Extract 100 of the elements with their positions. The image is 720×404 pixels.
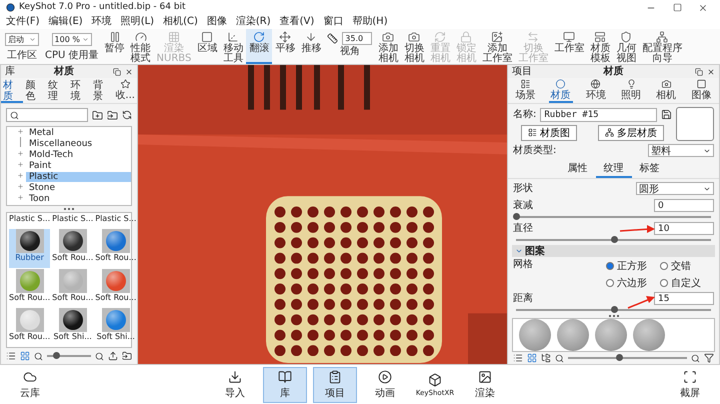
sub-tab[interactable]: 标签: [632, 160, 668, 178]
tree-item[interactable]: Paint: [26, 160, 131, 170]
radio-option[interactable]: 正方形: [606, 259, 660, 273]
toolbar-button[interactable]: 添加 工作室: [479, 29, 516, 64]
material-thumbnail[interactable]: Soft Shi...: [52, 308, 94, 346]
menu-item[interactable]: 文件(F): [6, 17, 40, 27]
tree-item[interactable]: Stone: [26, 182, 131, 192]
toolbar-button[interactable]: 切换 相机: [401, 29, 428, 64]
value-field[interactable]: 0: [654, 199, 714, 212]
library-tab[interactable]: 材质: [1, 78, 24, 103]
material-thumbnail[interactable]: Soft Rou...: [95, 229, 136, 268]
sub-tab[interactable]: 纹理: [596, 160, 632, 178]
value-field[interactable]: 15: [654, 292, 714, 305]
menu-item[interactable]: 编辑(E): [48, 17, 83, 27]
tree-item[interactable]: Metal: [26, 128, 131, 138]
value-field[interactable]: 10: [654, 222, 714, 235]
material-thumbnail[interactable]: Soft Rou...: [9, 268, 50, 307]
screenshot-icon: [683, 370, 697, 384]
library-tab[interactable]: 背景: [90, 78, 114, 103]
menu-item[interactable]: 渲染(R): [236, 17, 271, 27]
folder-icon: [107, 110, 118, 120]
material-thumbnail[interactable]: Soft Rou...: [52, 229, 94, 268]
slider-thumb[interactable]: [513, 213, 520, 220]
menu-item[interactable]: 帮助(H): [352, 17, 388, 27]
dock-button[interactable]: 库: [263, 366, 307, 402]
menu-item[interactable]: 相机(C): [163, 17, 198, 27]
radio-option[interactable]: 六边形: [606, 276, 660, 290]
radio-option[interactable]: 交错: [660, 259, 714, 273]
project-tab[interactable]: 图像: [689, 78, 714, 103]
tree-item[interactable]: Plastic: [26, 172, 131, 182]
dock-button[interactable]: 动画: [363, 366, 407, 402]
annotation-arrow: [628, 296, 655, 309]
radio-option[interactable]: 自定义: [660, 276, 714, 290]
menu-item[interactable]: 照明(L): [120, 17, 154, 27]
menu-item[interactable]: 图像: [206, 17, 227, 27]
library-tab[interactable]: 收...: [113, 78, 137, 103]
toolbar-button[interactable]: 几何 视图: [613, 29, 640, 64]
menu-item[interactable]: 查看(V): [280, 17, 314, 27]
library-tab[interactable]: 纹理: [46, 78, 68, 103]
type-dropdown[interactable]: 塑料: [648, 144, 714, 157]
panel-button[interactable]: 多层材质: [598, 124, 664, 140]
toolbar-button[interactable]: 配置程序 向导: [639, 29, 686, 64]
menu-item[interactable]: 窗口: [323, 17, 344, 27]
shape-dropdown[interactable]: 圆形: [636, 182, 714, 195]
dock-button[interactable]: 渲染: [463, 366, 507, 402]
panel-button[interactable]: 材质图: [521, 124, 577, 140]
section-header[interactable]: 图案: [512, 245, 715, 257]
cloud-library-button[interactable]: 云库: [8, 366, 52, 402]
slider-track[interactable]: [568, 357, 687, 360]
toolbar-button[interactable]: 移动 工具: [220, 29, 246, 64]
material-thumbnail[interactable]: Soft Rou...: [52, 268, 94, 307]
toolbar-button[interactable]: 添加 相机: [375, 29, 402, 64]
toolbar-button[interactable]: 工作室: [551, 29, 588, 64]
toolbar-button[interactable]: 推移: [298, 29, 324, 64]
maximize-icon[interactable]: [672, 3, 682, 12]
zoom-in-icon: [691, 354, 700, 363]
screenshot-button[interactable]: 截屏: [668, 366, 712, 402]
toolbar-button[interactable]: 平移: [272, 29, 298, 64]
material-thumbnail[interactable]: Soft Shi...: [95, 308, 136, 346]
zoom-out-icon: [555, 354, 564, 363]
project-tab[interactable]: 相机: [654, 78, 678, 103]
toolbar-button[interactable]: 区域: [194, 29, 220, 64]
sub-tab[interactable]: 属性: [560, 160, 596, 178]
toolbar-button[interactable]: 暂停: [102, 29, 128, 64]
slider-thumb[interactable]: [610, 306, 618, 313]
close-icon[interactable]: [698, 2, 708, 12]
toolbar-button[interactable]: 翻滚: [246, 29, 272, 64]
search-field[interactable]: [6, 108, 88, 122]
material-thumbnail[interactable]: Soft Rou...: [95, 268, 136, 307]
dock-button[interactable]: 项目: [313, 366, 357, 402]
project-tab[interactable]: 场景: [514, 78, 538, 103]
slider-thumb[interactable]: [616, 354, 624, 362]
angle-field[interactable]: 35.0: [342, 32, 372, 45]
dock-button[interactable]: 导入: [213, 366, 257, 402]
folder-plus-icon: [92, 110, 103, 120]
project-tab[interactable]: 材质: [548, 78, 573, 103]
slider-thumb[interactable]: [610, 236, 618, 243]
library-tab[interactable]: 颜色: [23, 78, 46, 103]
radio-dot[interactable]: [606, 279, 614, 287]
list-icon: [528, 128, 537, 137]
menu-item[interactable]: 环境: [92, 17, 112, 27]
tree-item[interactable]: Mold-Tech: [26, 150, 131, 160]
toolbar-button[interactable]: 性能 模式: [128, 29, 154, 64]
dropdown[interactable]: 启动: [5, 33, 39, 46]
name-field[interactable]: Rubber #15: [540, 108, 657, 122]
library-tab[interactable]: 环境: [68, 78, 91, 103]
project-tab[interactable]: 环境: [584, 78, 608, 103]
slider-thumb[interactable]: [52, 352, 60, 359]
square-icon: [201, 31, 214, 43]
swap-icon: [527, 31, 540, 43]
material-thumbnail[interactable]: Soft Rou...: [9, 308, 50, 346]
tree-item[interactable]: Toon: [26, 194, 131, 204]
radio-dot[interactable]: [660, 279, 668, 287]
dropdown[interactable]: 100 %: [52, 33, 92, 46]
radio-dot[interactable]: [660, 262, 668, 270]
radio-dot[interactable]: [606, 262, 614, 270]
project-tab[interactable]: 照明: [619, 78, 644, 103]
toolbar-button[interactable]: 材质 模板: [587, 29, 614, 64]
material-thumbnail[interactable]: Rubber: [9, 229, 50, 268]
tree-item[interactable]: Miscellaneous: [26, 138, 131, 148]
